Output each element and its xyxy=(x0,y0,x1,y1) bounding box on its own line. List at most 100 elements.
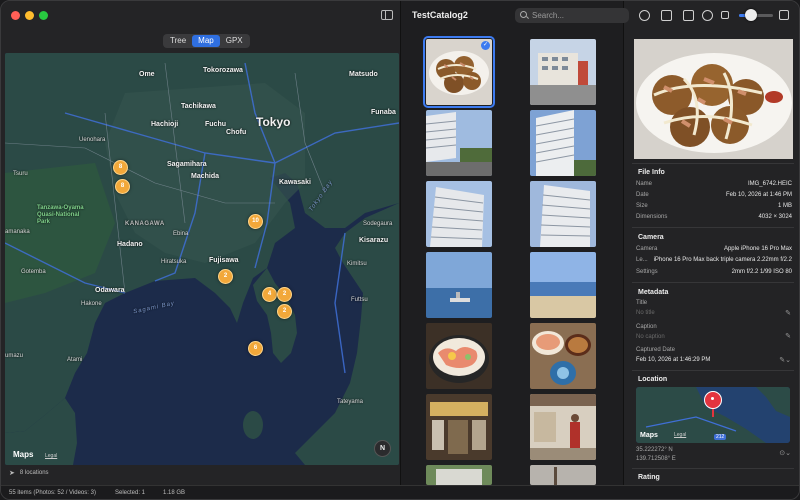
large-thumbnail-icon xyxy=(779,10,789,20)
map-label-funabashi: Funaba xyxy=(371,109,396,116)
total-size: 1.18 GB xyxy=(163,490,186,496)
map-compass-button[interactable]: N xyxy=(374,440,391,457)
info-key: Date xyxy=(636,192,649,198)
gear-icon[interactable] xyxy=(702,10,713,21)
location-pin-icon xyxy=(704,391,722,409)
photo-thumbnail[interactable] xyxy=(426,181,492,247)
zoom-window-button[interactable] xyxy=(39,11,48,20)
map-legal-link[interactable]: Legal xyxy=(45,453,57,459)
metadata-heading: Metadata xyxy=(638,289,669,296)
sashimi-bowl-image xyxy=(426,323,492,389)
info-key: Size xyxy=(636,203,648,209)
location-arrow-icon: ➤ xyxy=(9,470,15,477)
info-key: Dimensions xyxy=(636,214,668,220)
info-row: Size 1 MB xyxy=(636,203,792,209)
photo-cluster-marker[interactable]: 2 xyxy=(277,287,292,302)
mini-map-legal-link[interactable]: Legal xyxy=(674,432,686,438)
caption-field[interactable]: No caption xyxy=(636,334,665,340)
photo-cluster-marker[interactable]: 8 xyxy=(113,160,128,175)
left-toolbar xyxy=(1,1,401,31)
partial-photo-image xyxy=(426,465,492,485)
map-label-tokorozawa: Tokorozawa xyxy=(203,67,243,74)
map-label-hachioji: Hachioji xyxy=(151,121,179,128)
photo-cluster-marker[interactable]: 4 xyxy=(262,287,277,302)
map-label-tokyo: Tokyo xyxy=(256,115,291,129)
info-row: Dimensions 4032 × 3024 xyxy=(636,214,792,220)
minimize-window-button[interactable] xyxy=(25,11,34,20)
sidebar-toggle-icon[interactable] xyxy=(381,10,393,20)
photo-thumbnail[interactable] xyxy=(426,465,492,485)
location-count: 8 locations xyxy=(19,470,49,476)
info-value: 2mm f/2.2 1/99 ISO 80 xyxy=(731,269,792,275)
map-label-sagamihara: Sagamihara xyxy=(167,161,207,168)
export-icon[interactable] xyxy=(683,10,694,21)
lunch-set-image xyxy=(530,323,596,389)
photo-thumbnail[interactable] xyxy=(530,39,596,105)
info-value: Feb 10, 2026 at 1:46 PM xyxy=(725,192,792,198)
filter-icon[interactable] xyxy=(639,10,650,21)
info-value: iPhone 16 Pro Max back triple camera 2.2… xyxy=(653,257,792,263)
photo-thumbnail[interactable] xyxy=(530,181,596,247)
map-label-hadano: Hadano xyxy=(117,241,143,248)
tab-gpx[interactable]: GPX xyxy=(220,35,249,47)
info-key: Camera xyxy=(636,246,658,252)
edit-title-pencil-icon[interactable]: ✎ xyxy=(785,309,791,317)
info-row: Camera Apple iPhone 16 Pro Max xyxy=(636,246,792,252)
captured-date-label: Captured Date xyxy=(636,347,676,353)
search-field[interactable]: Search... xyxy=(515,8,629,23)
photo-thumbnail[interactable] xyxy=(530,394,596,460)
photo-cluster-marker[interactable]: 6 xyxy=(248,341,263,356)
preview-image xyxy=(634,39,793,159)
map-label-kimitsu: Kimitsu xyxy=(347,261,367,267)
map-label-chofu: Chofu xyxy=(226,129,247,136)
map-label-matsudo: Matsudo xyxy=(349,71,378,78)
slider-knob[interactable] xyxy=(744,9,757,21)
info-value: IMG_6742.HEIC xyxy=(747,181,792,187)
photo-cluster-marker[interactable]: 2 xyxy=(277,304,292,319)
photo-thumbnail[interactable] xyxy=(530,465,596,485)
edit-caption-pencil-icon[interactable]: ✎ xyxy=(785,332,791,340)
map-label-tateyama: Tateyama xyxy=(337,399,364,405)
tab-tree[interactable]: Tree xyxy=(164,35,192,47)
map-label-tanzawa-park: Tanzawa-Oyama Quasi-National Park xyxy=(37,205,84,225)
photo-thumbnail[interactable] xyxy=(426,394,492,460)
map-label-tsuru: Tsuru xyxy=(13,171,28,177)
shop-interior-image xyxy=(426,394,492,460)
map-label-odawara: Odawara xyxy=(95,287,125,294)
view-mode-segmented-control: Tree Map GPX xyxy=(163,34,250,48)
photo-thumbnail[interactable] xyxy=(530,252,596,318)
info-value: 1 MB xyxy=(777,203,792,209)
tab-map[interactable]: Map xyxy=(192,35,220,47)
photo-thumbnail[interactable] xyxy=(426,110,492,176)
photo-thumbnail[interactable] xyxy=(426,323,492,389)
location-more-icon[interactable]: ⊙⌄ xyxy=(779,449,791,457)
map-label-gotemba: Gotemba xyxy=(21,269,46,275)
map-label-hakone: Hakone xyxy=(81,301,102,307)
edit-date-pencil-icon[interactable]: ✎⌄ xyxy=(779,356,791,364)
apartment-tall-image xyxy=(530,181,596,247)
photo-cluster-marker[interactable]: 8 xyxy=(115,179,130,194)
location-heading: Location xyxy=(638,376,668,383)
map-label-kanagawa: KANAGAWA xyxy=(125,221,165,227)
photo-thumbnail[interactable]: ✓ xyxy=(423,36,495,108)
photo-location-map[interactable]: Ome Tokorozawa Matsudo Tachikawa Hachioj… xyxy=(5,53,399,465)
search-placeholder: Search... xyxy=(532,11,565,20)
inspector-pane: File Info Name IMG_6742.HEIC Date Feb 10, … xyxy=(623,1,799,485)
photo-thumbnail[interactable] xyxy=(530,110,596,176)
title-field-label: Title xyxy=(636,300,648,306)
title-field[interactable]: No title xyxy=(636,310,655,316)
photo-thumbnail[interactable] xyxy=(530,323,596,389)
building-street-image xyxy=(530,39,596,105)
close-window-button[interactable] xyxy=(11,11,20,20)
map-label-uenohara: Uenohara xyxy=(79,137,106,143)
photo-cluster-marker[interactable]: 10 xyxy=(248,214,263,229)
apple-maps-logo: Maps xyxy=(13,450,34,459)
photo-thumbnail[interactable] xyxy=(426,252,492,318)
map-label-tachikawa: Tachikawa xyxy=(181,103,216,110)
location-mini-map[interactable]: Maps Legal 212 xyxy=(636,387,790,443)
info-key: Name xyxy=(636,181,653,187)
captured-date-value[interactable]: Feb 10, 2026 at 1:46:29 PM xyxy=(636,357,710,363)
folder-icon[interactable] xyxy=(661,10,672,21)
photo-cluster-marker[interactable]: 2 xyxy=(218,269,233,284)
file-info-heading: File Info xyxy=(638,169,665,176)
